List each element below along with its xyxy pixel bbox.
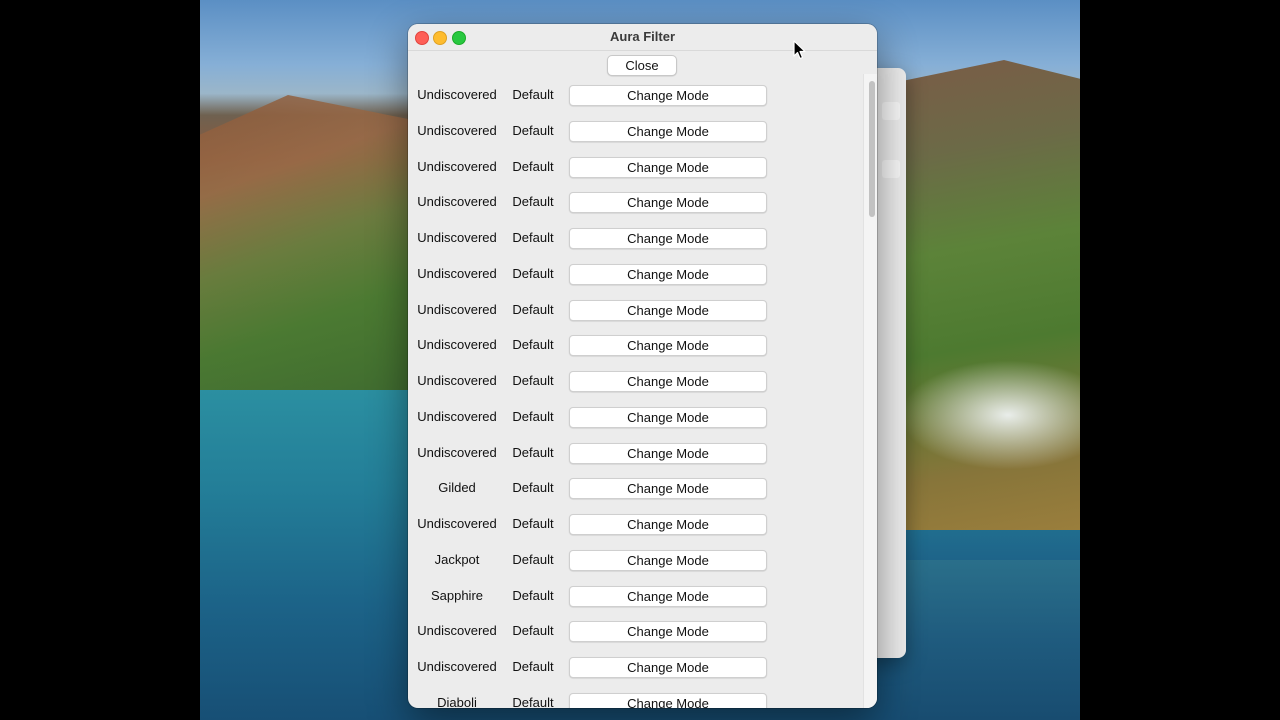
scrollbar-thumb[interactable] — [869, 81, 875, 217]
aura-name: Undiscovered — [417, 301, 497, 317]
aura-name: Gilded — [438, 480, 476, 496]
list-item: Undiscovered Default Change Mode — [408, 649, 863, 685]
change-mode-button[interactable]: Change Mode — [569, 335, 767, 357]
aura-mode: Default — [512, 194, 554, 210]
aura-mode: Default — [512, 623, 554, 639]
change-mode-button[interactable]: Change Mode — [569, 156, 767, 178]
list-item: Undiscovered Default Change Mode — [408, 149, 863, 185]
close-button[interactable]: Close — [607, 55, 677, 76]
change-mode-button[interactable]: Change Mode — [569, 299, 767, 321]
list-item: Undiscovered Default Change Mode — [408, 613, 863, 649]
aura-name: Undiscovered — [417, 623, 497, 639]
change-mode-button[interactable]: Change Mode — [569, 657, 767, 678]
aura-mode: Default — [512, 158, 554, 174]
change-mode-button[interactable]: Change Mode — [569, 692, 767, 708]
background-window-control — [882, 160, 900, 178]
change-mode-button[interactable]: Change Mode — [569, 120, 767, 142]
aura-mode: Default — [512, 122, 554, 138]
list-item: Undiscovered Default Change Mode — [408, 292, 863, 328]
list-item: Undiscovered Default Change Mode — [408, 435, 863, 471]
change-mode-button[interactable]: Change Mode — [569, 263, 767, 285]
mouse-pointer-icon — [793, 40, 806, 60]
aura-mode: Default — [512, 301, 554, 317]
change-mode-button[interactable]: Change Mode — [569, 549, 767, 571]
list-item: Diaboli Default Change Mode — [408, 685, 863, 708]
change-mode-button[interactable]: Change Mode — [569, 478, 767, 500]
change-mode-button[interactable]: Change Mode — [569, 85, 767, 106]
aura-list[interactable]: Undiscovered Default Change Mode Undiscover… — [408, 74, 863, 708]
aura-name: Undiscovered — [417, 337, 497, 353]
aura-name: Jackpot — [434, 551, 480, 567]
list-item: Undiscovered Default Change Mode — [408, 256, 863, 292]
change-mode-button[interactable]: Change Mode — [569, 621, 767, 643]
aura-mode: Default — [512, 659, 554, 674]
aura-name: Undiscovered — [417, 230, 497, 245]
change-mode-button[interactable]: Change Mode — [569, 442, 767, 464]
aura-mode: Default — [512, 230, 554, 245]
aura-mode: Default — [512, 337, 554, 353]
change-mode-button[interactable]: Change Mode — [569, 371, 767, 392]
aura-mode: Default — [512, 265, 554, 281]
wallpaper-sea-left — [200, 390, 420, 720]
aura-mode: Default — [512, 694, 554, 708]
list-item: Undiscovered Default Change Mode — [408, 399, 863, 435]
aura-name: Undiscovered — [417, 265, 497, 281]
list-item: Undiscovered Default Change Mode — [408, 77, 863, 113]
aura-name: Undiscovered — [417, 87, 497, 102]
aura-mode: Default — [512, 373, 554, 388]
aura-mode: Default — [512, 516, 554, 531]
change-mode-button[interactable]: Change Mode — [569, 585, 767, 607]
change-mode-button[interactable]: Change Mode — [569, 192, 767, 214]
aura-mode: Default — [512, 551, 554, 567]
aura-name: Undiscovered — [417, 408, 497, 424]
change-mode-button[interactable]: Change Mode — [569, 406, 767, 428]
list-item: Undiscovered Default Change Mode — [408, 220, 863, 256]
aura-name: Undiscovered — [417, 122, 497, 138]
change-mode-button[interactable]: Change Mode — [569, 514, 767, 535]
aura-name: Undiscovered — [417, 373, 497, 388]
wallpaper-sea-right — [900, 560, 1080, 720]
aura-mode: Default — [512, 87, 554, 102]
list-item: Undiscovered Default Change Mode — [408, 506, 863, 542]
wallpaper-fog — [900, 360, 1080, 470]
change-mode-button[interactable]: Change Mode — [569, 228, 767, 249]
aura-filter-window: Aura Filter Close Undiscovered Default Cha… — [408, 24, 877, 708]
list-item: Undiscovered Default Change Mode — [408, 184, 863, 220]
aura-name: Diaboli — [437, 694, 477, 708]
aura-name: Sapphire — [430, 587, 484, 603]
list-item: Undiscovered Default Change Mode — [408, 327, 863, 363]
scrollbar[interactable] — [863, 74, 877, 708]
aura-name: Undiscovered — [417, 444, 497, 460]
list-item: Undiscovered Default Change Mode — [408, 363, 863, 399]
background-window-control — [882, 102, 900, 120]
aura-name: Undiscovered — [417, 158, 497, 174]
list-item: Undiscovered Default Change Mode — [408, 113, 863, 149]
list-item: Gilded Default Change Mode — [408, 470, 863, 506]
aura-mode: Default — [512, 480, 554, 496]
aura-name: Undiscovered — [417, 659, 497, 674]
aura-name: Undiscovered — [417, 194, 497, 210]
aura-mode: Default — [512, 444, 554, 460]
list-item: Jackpot Default Change Mode — [408, 542, 863, 578]
aura-mode: Default — [512, 408, 554, 424]
aura-name: Undiscovered — [417, 516, 497, 531]
aura-mode: Default — [512, 587, 554, 603]
list-item: Sapphire Default Change Mode — [408, 578, 863, 614]
wallpaper-hills-left — [200, 95, 420, 425]
